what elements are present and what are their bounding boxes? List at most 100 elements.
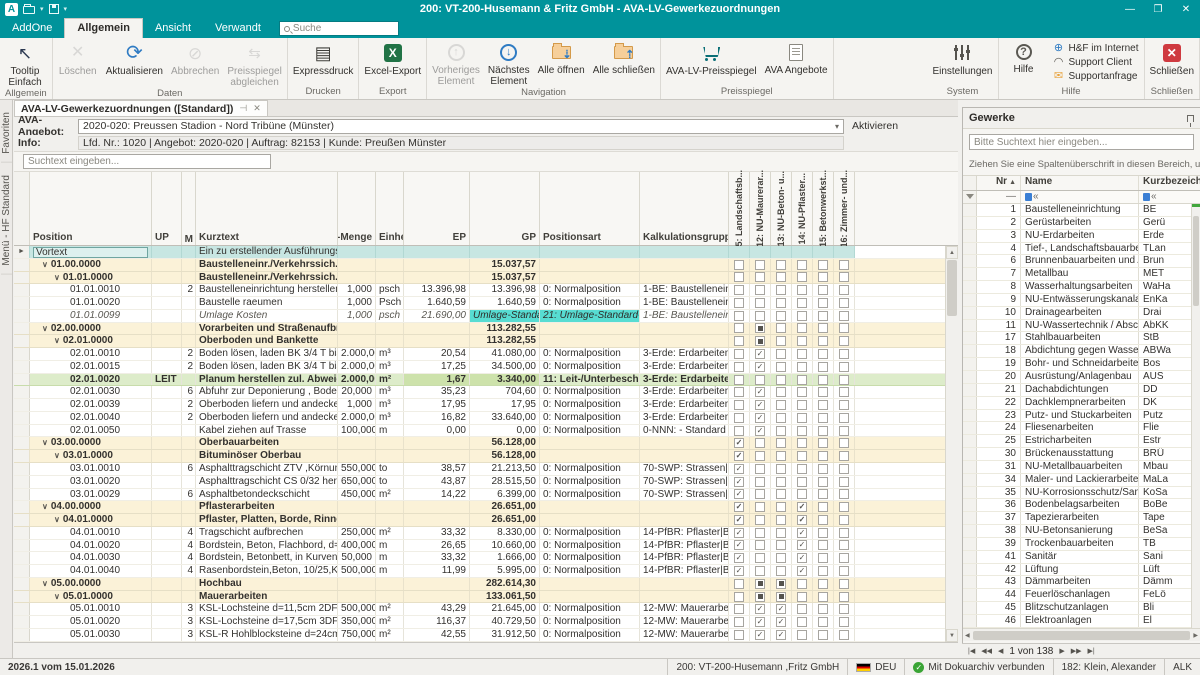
- ava-lv-preisspiegel-button[interactable]: AVA-LV-Preisspiegel: [662, 39, 761, 86]
- lv-cell-gewerk-6[interactable]: [834, 386, 855, 398]
- lv-cell-gewerk-6[interactable]: [834, 361, 855, 373]
- lv-cell-kt[interactable]: Asphalttragschicht ZTV ,Körnung 0/...: [196, 463, 338, 475]
- lv-cell-lm[interactable]: 500,000: [338, 603, 376, 615]
- lv-row[interactable]: 02.01.00152Boden lösen, laden BK 3/4 T b…: [14, 361, 958, 374]
- lv-cell-lm[interactable]: 250,000: [338, 527, 376, 539]
- lv-cell-pa[interactable]: 0: Normalposition: [540, 463, 640, 475]
- alle-oeffnen-button[interactable]: Alle öffnen: [534, 39, 589, 87]
- lv-cell-pa[interactable]: 0: Normalposition: [540, 284, 640, 296]
- checkbox-unchecked[interactable]: [818, 553, 828, 563]
- checkbox-unchecked[interactable]: [776, 362, 786, 372]
- lv-row[interactable]: 02.01.00402Oberboden liefern und andecke…: [14, 412, 958, 425]
- checkbox-unchecked[interactable]: [755, 566, 765, 576]
- checkbox-unchecked[interactable]: [734, 349, 744, 359]
- lv-cell-gewerk-6[interactable]: [834, 259, 855, 271]
- supportanfrage-button[interactable]: ✉Supportanfrage: [1052, 71, 1139, 83]
- gw-cell-nr[interactable]: 41: [977, 551, 1021, 563]
- lv-cell-lm[interactable]: 550,000: [338, 463, 376, 475]
- gw-cell-nr[interactable]: 19: [977, 358, 1021, 370]
- gw-cell-nr[interactable]: 2: [977, 217, 1021, 229]
- checkbox-unchecked[interactable]: [776, 260, 786, 270]
- checkbox-indeterminate[interactable]: [776, 579, 786, 589]
- close-tab-icon[interactable]: ✕: [253, 103, 261, 114]
- lv-cell-up[interactable]: [152, 540, 182, 552]
- lv-cell-gp[interactable]: Umlage-Standard-2100: [470, 310, 540, 322]
- lv-cell-up[interactable]: [152, 591, 182, 603]
- lv-cell-gewerk-5[interactable]: [813, 501, 834, 513]
- lv-cell-eh[interactable]: m²: [376, 603, 404, 615]
- lv-cell-gewerk-1[interactable]: [729, 284, 750, 296]
- column-header-16-zimmer-und-[interactable]: 16: Zimmer- und...: [834, 172, 855, 245]
- gw-cell-nr[interactable]: 22: [977, 397, 1021, 409]
- lv-cell-m[interactable]: [182, 591, 196, 603]
- checkbox-unchecked[interactable]: [839, 617, 849, 627]
- lv-cell-gp[interactable]: 21.213,50: [470, 463, 540, 475]
- lv-cell-up[interactable]: [152, 259, 182, 271]
- gw-cell-name[interactable]: Stahlbauarbeiten: [1021, 332, 1139, 344]
- lv-cell-gewerk-4[interactable]: [792, 463, 813, 475]
- lv-cell-ep[interactable]: 17,95: [404, 399, 470, 411]
- lv-cell-gewerk-6[interactable]: [834, 552, 855, 564]
- lv-cell-pa[interactable]: 0: Normalposition: [540, 540, 640, 552]
- lv-row[interactable]: 04.01.00204Bordstein, Beton, Flachbord, …: [14, 540, 958, 553]
- lv-cell-gewerk-3[interactable]: [771, 310, 792, 322]
- lv-cell-lm[interactable]: [338, 591, 376, 603]
- checkbox-unchecked[interactable]: [755, 528, 765, 538]
- checkbox-unchecked[interactable]: [776, 298, 786, 308]
- lv-cell-gewerk-1[interactable]: ✓: [729, 514, 750, 526]
- lv-cell-ep[interactable]: 17,25: [404, 361, 470, 373]
- lv-cell-gewerk-6[interactable]: [834, 591, 855, 603]
- checkbox-checked[interactable]: ✓: [797, 566, 807, 576]
- checkbox-unchecked[interactable]: [776, 515, 786, 525]
- lv-cell-kt[interactable]: Asphalttragschicht CS 0/32 herst.: [196, 476, 338, 488]
- lv-cell-ep[interactable]: 1.640,59: [404, 297, 470, 309]
- lv-cell-ep[interactable]: 43,29: [404, 603, 470, 615]
- maximize-button[interactable]: ❐: [1144, 0, 1172, 18]
- lv-cell-eh[interactable]: [376, 514, 404, 526]
- lv-cell-kt[interactable]: KSL-Lochsteine d=11,5cm 2DF: [196, 603, 338, 615]
- ava-angebote-button[interactable]: AVA Angebote: [761, 39, 832, 86]
- checkbox-unchecked[interactable]: [797, 592, 807, 602]
- abbrechen-button[interactable]: ⊘Abbrechen: [167, 39, 223, 88]
- lv-cell-pos[interactable]: 03.01.0010: [30, 463, 152, 475]
- checkbox-unchecked[interactable]: [839, 451, 849, 461]
- gw-column-header-name[interactable]: Name: [1021, 176, 1139, 190]
- lv-cell-pa[interactable]: 0: Normalposition: [540, 425, 640, 437]
- gw-cell-nr[interactable]: 30: [977, 448, 1021, 460]
- lv-cell-gewerk-6[interactable]: [834, 527, 855, 539]
- lv-cell-m[interactable]: 6: [182, 489, 196, 501]
- gw-cell-nr[interactable]: 44: [977, 589, 1021, 601]
- save-icon[interactable]: [49, 4, 59, 14]
- lv-cell-pa[interactable]: 0: Normalposition: [540, 412, 640, 424]
- lv-cell-ep[interactable]: 20,54: [404, 348, 470, 360]
- checkbox-unchecked[interactable]: [839, 426, 849, 436]
- combo-dropdown-icon[interactable]: ▾: [835, 122, 839, 131]
- lv-cell-kt[interactable]: KSL-Lochsteine d=17,5cm 3DF: [196, 616, 338, 628]
- gw-cell-nr[interactable]: 38: [977, 525, 1021, 537]
- gw-cell-name[interactable]: Brückenausstattung: [1021, 448, 1139, 460]
- checkbox-unchecked[interactable]: [818, 426, 828, 436]
- lv-cell-pos[interactable]: 02.01.0010: [30, 348, 152, 360]
- column-header-kalkulationsgruppe[interactable]: Kalkulationsgruppe: [640, 172, 729, 245]
- checkbox-unchecked[interactable]: [776, 272, 786, 282]
- lv-cell-gewerk-6[interactable]: [834, 399, 855, 411]
- checkbox-unchecked[interactable]: [818, 298, 828, 308]
- checkbox-unchecked[interactable]: [818, 477, 828, 487]
- lv-cell-ep[interactable]: 43,87: [404, 476, 470, 488]
- lv-cell-pos[interactable]: 03.01.0020: [30, 476, 152, 488]
- column-header-kurztext[interactable]: Kurztext: [196, 172, 338, 245]
- checkbox-unchecked[interactable]: [797, 604, 807, 614]
- gw-cell-name[interactable]: Bohr- und Schneidarbeiten: [1021, 358, 1139, 370]
- lv-cell-gewerk-1[interactable]: [729, 412, 750, 424]
- checkbox-unchecked[interactable]: [755, 375, 765, 385]
- lv-row[interactable]: ∨05.00.0000Hochbau282.614,30: [14, 578, 958, 591]
- checkbox-checked[interactable]: ✓: [734, 438, 744, 448]
- gewerk-row[interactable]: 23Putz- und StuckarbeitenPutz: [963, 410, 1200, 423]
- lv-row[interactable]: 02.01.00392Oberboden liefern und andecke…: [14, 399, 958, 412]
- checkbox-unchecked[interactable]: [776, 375, 786, 385]
- lv-cell-gewerk-2[interactable]: [750, 527, 771, 539]
- lv-cell-kg[interactable]: 14-PfBR: Pflaster|Borde|...: [640, 565, 729, 577]
- lv-cell-kg[interactable]: [640, 514, 729, 526]
- lv-cell-gewerk-4[interactable]: [792, 374, 813, 386]
- lv-cell-gewerk-2[interactable]: ✓: [750, 412, 771, 424]
